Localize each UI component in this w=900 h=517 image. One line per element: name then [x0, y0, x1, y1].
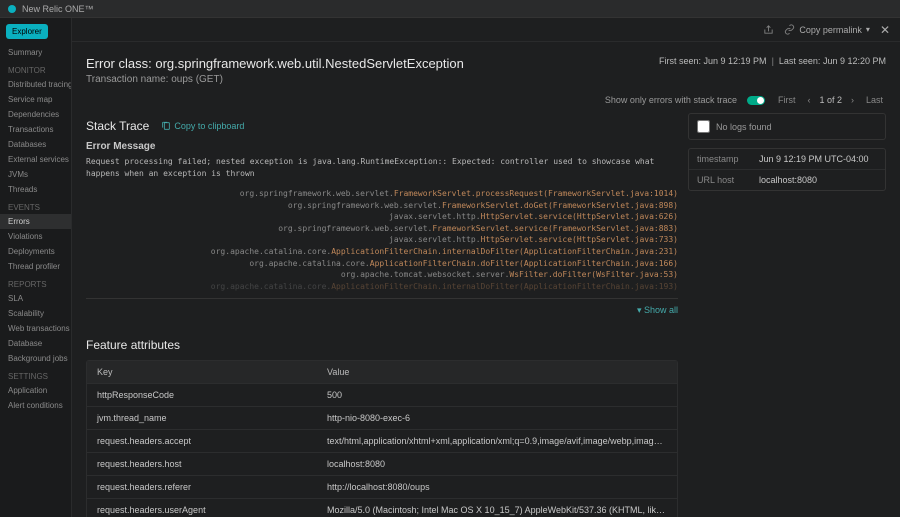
feature-attrs-table: KeyValue httpResponseCode500jvm.thread_n… — [86, 360, 678, 517]
sidebar-item-jvms[interactable]: JVMs — [0, 167, 71, 182]
sidebar-item-background-jobs[interactable]: Background jobs — [0, 351, 71, 366]
sidebar-item-external-services[interactable]: External services — [0, 152, 71, 167]
attr-key: jvm.thread_name — [87, 407, 317, 429]
attr-value: 500 — [317, 384, 677, 406]
error-class-title: Error class: org.springframework.web.uti… — [86, 56, 464, 71]
link-icon — [784, 24, 795, 35]
clipboard-icon — [161, 121, 171, 131]
sidebar-item-violations[interactable]: Violations — [0, 229, 71, 244]
sidebar-item-sla[interactable]: SLA — [0, 291, 71, 306]
pager-next[interactable]: › — [848, 95, 857, 105]
sidebar-item-dependencies[interactable]: Dependencies — [0, 107, 71, 122]
share-icon[interactable] — [763, 24, 774, 35]
meta-row: timestampJun 9 12:19 PM UTC-04:00 — [689, 149, 885, 170]
attr-value: http-nio-8080-exec-6 — [317, 407, 677, 429]
sidebar-item-errors[interactable]: Errors — [0, 214, 71, 229]
attr-key: request.headers.accept — [87, 430, 317, 452]
table-row: jvm.thread_namehttp-nio-8080-exec-6 — [87, 407, 677, 430]
stack-trace: org.springframework.web.servlet.Framewor… — [86, 188, 678, 292]
top-bar: New Relic ONE™ — [0, 0, 900, 18]
pager-page: 1 of 2 — [819, 95, 842, 105]
stack-trace-heading: Stack Trace Copy to clipboard — [86, 119, 678, 133]
attr-value: text/html,application/xhtml+xml,applicat… — [317, 430, 677, 452]
copy-permalink-label: Copy permalink — [799, 25, 862, 35]
table-row: request.headers.userAgentMozilla/5.0 (Ma… — [87, 499, 677, 517]
sidebar-item-database[interactable]: Database — [0, 336, 71, 351]
table-row: request.headers.hostlocalhost:8080 — [87, 453, 677, 476]
header: Error class: org.springframework.web.uti… — [72, 42, 900, 95]
copy-permalink-button[interactable]: Copy permalink ▾ — [784, 24, 870, 35]
sidebar-item-application[interactable]: Application — [0, 383, 71, 398]
attr-value: Mozilla/5.0 (Macintosh; Intel Mac OS X 1… — [317, 499, 677, 517]
sidebar-section-label: REPORTS — [0, 274, 71, 291]
error-message-label: Error Message — [86, 141, 678, 152]
sidebar-section-label: SETTINGS — [0, 366, 71, 383]
table-row: request.headers.refererhttp://localhost:… — [87, 476, 677, 499]
attr-key: request.headers.userAgent — [87, 499, 317, 517]
chevron-down-icon: ▾ — [866, 25, 870, 34]
sidebar-item-thread-profiler[interactable]: Thread profiler — [0, 259, 71, 274]
attr-key: httpResponseCode — [87, 384, 317, 406]
sidebar-item-service-map[interactable]: Service map — [0, 92, 71, 107]
attr-key: request.headers.host — [87, 453, 317, 475]
pager-last[interactable]: Last — [863, 95, 886, 105]
logs-empty: No logs found — [688, 113, 886, 140]
copy-clipboard-button[interactable]: Copy to clipboard — [161, 121, 244, 131]
attr-value: http://localhost:8080/oups — [317, 476, 677, 498]
sidebar-section-label: MONITOR — [0, 60, 71, 77]
transaction-name: Transaction name: oups (GET) — [86, 74, 464, 85]
sidebar-item-threads[interactable]: Threads — [0, 182, 71, 197]
content: Copy permalink ▾ ✕ Error class: org.spri… — [72, 18, 900, 517]
table-row: request.headers.accepttext/html,applicat… — [87, 430, 677, 453]
pager-prev[interactable]: ‹ — [804, 95, 813, 105]
sidebar-item-databases[interactable]: Databases — [0, 137, 71, 152]
table-row: httpResponseCode500 — [87, 384, 677, 407]
sidebar-section-label: EVENTS — [0, 197, 71, 214]
controls-row: Show only errors with stack trace First … — [72, 95, 900, 113]
sidebar-item-deployments[interactable]: Deployments — [0, 244, 71, 259]
logo-icon — [8, 5, 16, 13]
brand-label: New Relic ONE™ — [22, 4, 94, 14]
sidebar-item-alert-conditions[interactable]: Alert conditions — [0, 398, 71, 413]
toolbar: Copy permalink ▾ ✕ — [72, 18, 900, 42]
meta-row: URL hostlocalhost:8080 — [689, 170, 885, 190]
sidebar-item-scalability[interactable]: Scalability — [0, 306, 71, 321]
sidebar-item-web-transactions[interactable]: Web transactions — [0, 321, 71, 336]
logs-checkbox[interactable] — [697, 120, 710, 133]
attr-value: localhost:8080 — [317, 453, 677, 475]
main-layout: Explorer SummaryMONITORDistributed traci… — [0, 18, 900, 517]
feature-attrs-heading: Feature attributes — [86, 338, 678, 352]
sidebar: Explorer SummaryMONITORDistributed traci… — [0, 18, 72, 517]
attr-key: request.headers.referer — [87, 476, 317, 498]
logs-meta: timestampJun 9 12:19 PM UTC-04:00URL hos… — [688, 148, 886, 191]
close-icon[interactable]: ✕ — [880, 23, 890, 37]
col-value: Value — [317, 361, 677, 383]
stack-toggle-label: Show only errors with stack trace — [605, 95, 737, 105]
error-message: Request processing failed; nested except… — [86, 156, 678, 180]
pager: First ‹ 1 of 2 › Last — [775, 95, 886, 105]
seen-meta: First seen: Jun 9 12:19 PM | Last seen: … — [659, 56, 886, 66]
explorer-button[interactable]: Explorer — [6, 24, 48, 39]
sidebar-item-transactions[interactable]: Transactions — [0, 122, 71, 137]
sidebar-item-distributed-tracing[interactable]: Distributed tracing — [0, 77, 71, 92]
sidebar-item-summary[interactable]: Summary — [0, 45, 71, 60]
col-key: Key — [87, 361, 317, 383]
show-all-button[interactable]: ▾ Show all — [86, 298, 678, 322]
stack-toggle[interactable] — [747, 96, 765, 105]
pager-first[interactable]: First — [775, 95, 799, 105]
